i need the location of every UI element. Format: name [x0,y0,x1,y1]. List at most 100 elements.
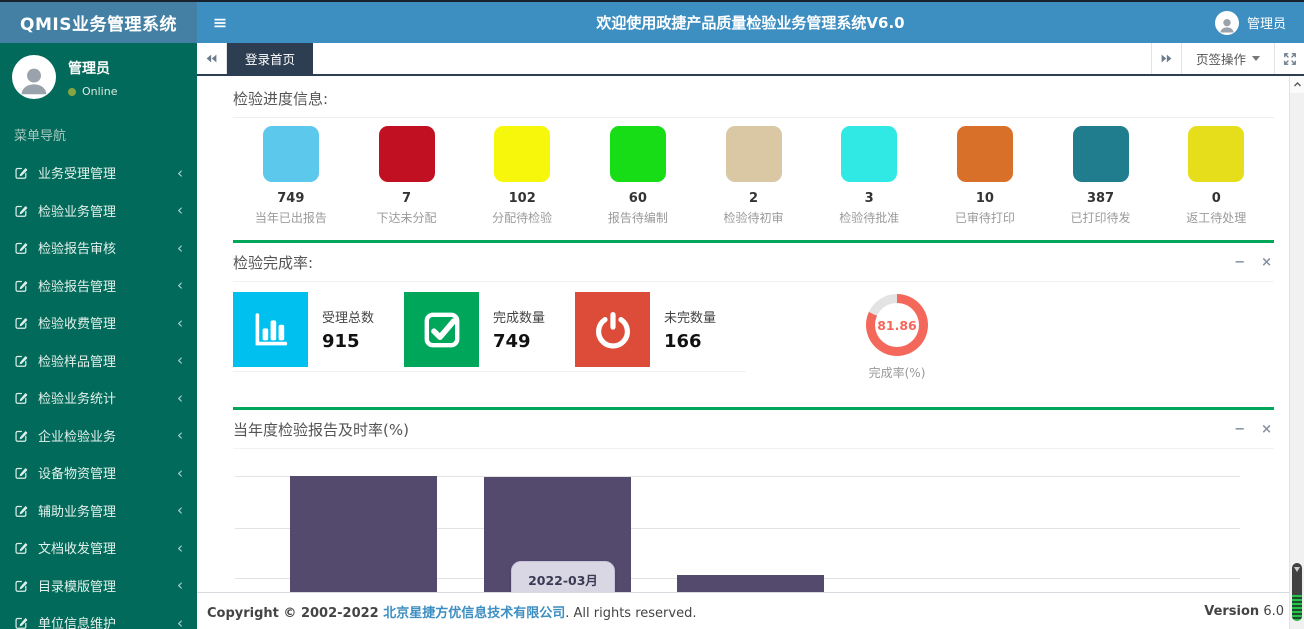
sidebar-item-document-dispatch[interactable]: 文档收发管理‹ [0,529,197,567]
stat-pending-approval[interactable]: 3检验待批准 [811,126,927,226]
edit-icon [14,503,29,518]
edit-icon [14,540,29,555]
top-header: QMIS业务管理系统 欢迎使用政捷产品质量检验业务管理系统V6.0 管理员 [0,2,1304,43]
scroll-tabs-right-button[interactable] [1151,43,1181,74]
edit-icon [14,578,29,593]
sidebar-item-inspection-business[interactable]: 检验业务管理‹ [0,192,197,230]
edit-icon [14,353,29,368]
chart-panel-title: 当年度检验报告及时率(%) [233,419,409,440]
close-icon[interactable]: × [1261,423,1272,436]
chevron-left-icon: ‹ [177,239,183,257]
scroll-up-button[interactable] [1290,76,1304,93]
chevron-left-icon: ‹ [177,351,183,369]
sidebar-item-fee-management[interactable]: 检验收费管理‹ [0,304,197,342]
completion-panel-title: 检验完成率: [233,252,313,273]
divider [233,117,1274,118]
chevron-left-icon: ‹ [177,614,183,629]
stat-swatch[interactable] [726,126,782,182]
sidebar-item-report-management[interactable]: 检验报告管理‹ [0,267,197,305]
stat-pending-print[interactable]: 10已审待打印 [927,126,1043,226]
sidebar-item-sample-management[interactable]: 检验样品管理‹ [0,342,197,380]
sidebar-item-unit-info[interactable]: 单位信息维护‹ [0,604,197,629]
chevron-left-icon: ‹ [177,201,183,219]
close-icon[interactable]: × [1261,256,1272,269]
tooltip-title: 2022-03月 [518,570,608,589]
app-logo[interactable]: QMIS业务管理系统 [0,2,197,43]
metric-completed: 完成数量749 [404,292,575,372]
chart-tooltip: 2022-03月 及时率: 99.31 [511,561,615,592]
stat-reports-issued[interactable]: 749当年已出报告 [233,126,349,226]
sidebar-toggle-button[interactable] [197,2,243,43]
stat-rework-pending[interactable]: 0返工待处理 [1158,126,1274,226]
metric-total-accepted: 受理总数915 [233,292,404,372]
stat-printed-pending-dispatch[interactable]: 387已打印待发 [1043,126,1159,226]
sidebar-menu: 业务受理管理‹ 检验业务管理‹ 检验报告审核‹ 检验报告管理‹ 检验收费管理‹ … [0,154,197,629]
vertical-scrollbar[interactable] [1289,76,1304,629]
tab-actions-dropdown[interactable]: 页签操作 [1181,43,1274,74]
scroll-tabs-left-button[interactable] [197,43,227,74]
edit-icon [14,203,29,218]
qmis-app-window: QMIS业务管理系统 欢迎使用政捷产品质量检验业务管理系统V6.0 管理员 [0,0,1304,629]
check-square-icon [404,292,479,367]
bar-chart-icon [233,292,308,367]
main-area: 登录首页 页签操作 检验进度信息: 749当年已出报 [197,43,1304,629]
bar-month-1[interactable] [290,476,437,592]
user-name: 管理员 [1247,13,1286,32]
sidebar-user-panel: 管理员 Online [0,43,197,113]
chart-panel-header: 当年度检验报告及时率(%) − × [233,410,1274,449]
stat-swatch[interactable] [1073,126,1129,182]
completion-metrics: 受理总数915 完成数量749 未完数量166 81.86 [233,282,1274,393]
edit-icon [14,615,29,629]
sidebar-item-report-review[interactable]: 检验报告审核‹ [0,229,197,267]
scrollbar-stripes [1292,595,1302,621]
sidebar-item-enterprise-inspection[interactable]: 企业检验业务‹ [0,417,197,455]
completion-donut-widget: 81.86 完成率(%) [866,292,928,381]
edit-icon [14,465,29,480]
online-status-dot [68,88,76,96]
expand-icon [1283,52,1297,66]
stat-swatch[interactable] [1188,126,1244,182]
chevron-left-icon: ‹ [177,164,183,182]
scrollbar-thumb[interactable] [1292,563,1302,621]
version-text: Version 6.0 [1204,604,1284,619]
stat-swatch[interactable] [957,126,1013,182]
stat-report-drafting[interactable]: 60报告待编制 [580,126,696,226]
user-menu[interactable]: 管理员 [1197,2,1304,43]
stat-swatch[interactable] [610,126,666,182]
copyright-text: Copyright © 2002-2022 北京星捷方优信息技术有限公司. Al… [207,602,696,621]
stat-pending-inspection[interactable]: 102分配待检验 [464,126,580,226]
sidebar-item-business-acceptance[interactable]: 业务受理管理‹ [0,154,197,192]
stat-initial-review[interactable]: 2检验待初审 [696,126,812,226]
stat-unassigned[interactable]: 7下达未分配 [349,126,465,226]
footer: Copyright © 2002-2022 北京星捷方优信息技术有限公司. Al… [197,592,1304,629]
sidebar-item-auxiliary-business[interactable]: 辅助业务管理‹ [0,492,197,530]
chevron-up-icon [1293,80,1302,89]
stat-swatch[interactable] [379,126,435,182]
stat-swatch[interactable] [494,126,550,182]
tab-spacer [313,43,1151,74]
hamburger-icon [212,15,228,31]
chevron-left-icon: ‹ [177,539,183,557]
edit-icon [14,315,29,330]
stat-swatch[interactable] [263,126,319,182]
tab-home[interactable]: 登录首页 [227,43,313,74]
navbar: 欢迎使用政捷产品质量检验业务管理系统V6.0 管理员 [197,2,1304,43]
power-off-icon [575,292,650,367]
sidebar-item-business-statistics[interactable]: 检验业务统计‹ [0,379,197,417]
tab-bar: 登录首页 页签操作 [197,43,1304,76]
minimize-icon[interactable]: − [1234,256,1245,269]
completion-rate-panel: 检验完成率: − × 受理总数915 完成数量749 [233,240,1274,393]
stat-swatch[interactable] [841,126,897,182]
timeliness-chart-panel: 当年度检验报告及时率(%) − × 100 75 50 25 [233,407,1274,592]
fullscreen-button[interactable] [1274,43,1304,74]
minimize-icon[interactable]: − [1234,423,1245,436]
completion-donut: 81.86 [866,294,928,356]
bar-month-3[interactable] [677,575,824,592]
completion-rate-value: 81.86 [877,318,917,333]
edit-icon [14,278,29,293]
sidebar: 管理员 Online 菜单导航 业务受理管理‹ 检验业务管理‹ 检验报告审核‹ … [0,43,197,629]
chevron-left-icon: ‹ [177,389,183,407]
sidebar-item-equipment-materials[interactable]: 设备物资管理‹ [0,454,197,492]
sidebar-item-catalog-template[interactable]: 目录模版管理‹ [0,567,197,605]
company-link[interactable]: 北京星捷方优信息技术有限公司 [383,606,565,621]
